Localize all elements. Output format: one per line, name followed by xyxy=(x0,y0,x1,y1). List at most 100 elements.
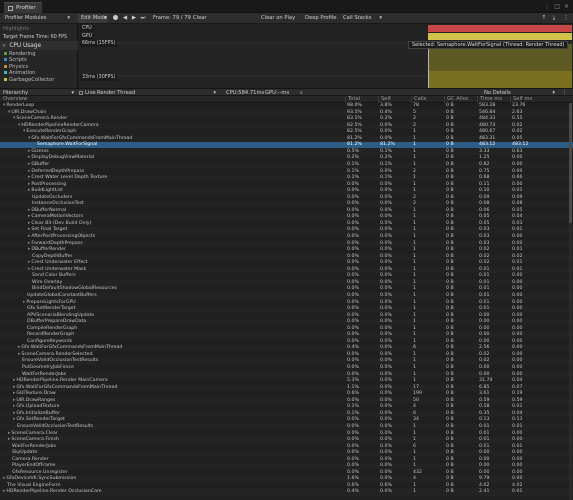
tab-profiler[interactable]: Profiler xyxy=(4,2,42,13)
table-row[interactable]: PutGeometryJobFence 0.0% 0.0% 1 0 B 0.00 0.00 xyxy=(0,365,573,371)
load-icon[interactable]: ⤒ xyxy=(540,14,548,23)
collapsed-arrow-icon[interactable]: ▸ xyxy=(13,398,15,403)
table-row[interactable]: ▸DisplayDebugViewMaterial 0.2% 0.2% 1 0 B 1.2… xyxy=(0,155,573,161)
table-row[interactable]: ▸DBufferNormal 0.0% 0.0% 1 0 B 0.06 0.05 xyxy=(0,208,573,214)
table-row[interactable]: ▸GBuffer 0.1% 0.1% 1 0 B 0.82 0.00 xyxy=(0,161,573,169)
collapsed-arrow-icon[interactable]: ▸ xyxy=(13,378,15,383)
maximize-icon[interactable]: □ xyxy=(554,3,560,10)
collapsed-arrow-icon[interactable]: ▸ xyxy=(28,227,30,232)
close-icon[interactable]: × xyxy=(564,3,569,10)
table-row[interactable]: ▸AfterPostProcessingObjects 0.0% 0.0% 1 0 B 0… xyxy=(0,234,573,240)
collapsed-arrow-icon[interactable]: ▸ xyxy=(3,489,5,494)
save-icon[interactable]: ⤓ xyxy=(550,14,558,23)
collapsed-arrow-icon[interactable]: ▸ xyxy=(13,404,15,409)
collapsed-arrow-icon[interactable]: ▸ xyxy=(28,221,30,226)
expanded-arrow-icon[interactable]: ▾ xyxy=(23,129,25,134)
table-row[interactable]: ▸Gfx.WaitForGfxCommandsFromMainThread 1.1… xyxy=(0,384,573,391)
expanded-arrow-icon[interactable]: ▾ xyxy=(28,136,30,141)
table-row[interactable]: ▾Gfx.WaitForGfxCommandsFromMainThread 81.… xyxy=(0,135,573,142)
module-item[interactable]: GarbageCollector xyxy=(4,77,54,84)
menu-icon[interactable]: ⋮ xyxy=(562,14,570,23)
table-row[interactable]: GfxResource.Unregister 0.0% 0.0% 432 0 B 0.00… xyxy=(0,470,573,476)
table-row[interactable]: ▸UIR.DrawRanges 0.0% 0.0% 50 0 B 0.59 0.59 xyxy=(0,397,573,404)
table-row[interactable]: CompileRenderGraph 0.0% 0.0% 1 0 B 0.00 0.00 xyxy=(0,326,573,332)
table-row[interactable]: ▸Crest Underwater Mask 0.0% 0.0% 1 0 B 0.01 0.… xyxy=(0,266,573,273)
table-row[interactable]: ▸SceneCamera.Clear 0.0% 0.0% 1 0 B 0.01 0.00 xyxy=(0,431,573,437)
collapsed-arrow-icon[interactable]: ▸ xyxy=(28,267,30,272)
col-gc-alloc[interactable]: GC Alloc xyxy=(444,96,469,103)
table-row[interactable]: APVScenarioBlendingUpdate 0.0% 0.0% 1 0 B 0.0… xyxy=(0,313,573,319)
table-row[interactable]: ▸SceneCamera.Finish 0.0% 0.0% 1 0 B 0.01 0.00 xyxy=(0,437,573,444)
last-frame-icon[interactable]: ⏭ xyxy=(139,14,147,23)
table-row[interactable]: Gfx.SetRenderTarget 0.0% 0.0% 1 0 B 0.01 0.00 xyxy=(0,306,573,313)
table-row[interactable]: PlayerEndOfFrame 0.0% 0.0% 1 0 B 0.00 0.00 xyxy=(0,463,573,470)
table-row[interactable]: ▸Set Final Target 0.0% 0.0% 1 0 B 0.03 0.01 xyxy=(0,227,573,234)
scrollbar-thumb[interactable] xyxy=(569,103,572,223)
col-overview[interactable]: Overview xyxy=(1,96,27,103)
table-row[interactable]: ▸HDRenderPipeline.Render MainCamera 5.3% 0… xyxy=(0,378,573,384)
table-row[interactable]: SkyUpdate 0.0% 0.0% 1 0 B 0.00 0.00 xyxy=(0,450,573,457)
clear-on-play-button[interactable]: Clear on Play xyxy=(258,14,298,23)
table-row[interactable]: ▸Gfx.WaitForGfxCommandsFromMainThread 0.4… xyxy=(0,345,573,352)
table-row[interactable]: RecordRenderGraph 0.0% 0.0% 1 0 B 0.00 0.00 xyxy=(0,332,573,339)
table-row[interactable]: UpdateOccluders 0.0% 0.0% 2 0 B 0.09 0.09 xyxy=(0,195,573,201)
collapsed-arrow-icon[interactable]: ▸ xyxy=(13,385,15,390)
table-row[interactable]: ▸DBufferRender 0.0% 0.0% 1 0 B 0.02 0.01 xyxy=(0,247,573,253)
table-row[interactable]: InstanceOcclusionTest 0.0% 0.0% 2 0 B 0.08 0.0… xyxy=(0,201,573,208)
cpu-chart[interactable]: CPU GPU 66ms (15FPS) 33ms (30FPS) Select… xyxy=(79,24,573,88)
table-row[interactable]: ▾RenderLoop 98.0% 3.8% 78 0 B 583.28 23.76 xyxy=(0,103,573,109)
col-calls[interactable]: Calls xyxy=(411,96,426,103)
collapsed-arrow-icon[interactable]: ▸ xyxy=(13,411,15,416)
collapsed-arrow-icon[interactable]: ▸ xyxy=(28,162,30,167)
collapsed-arrow-icon[interactable]: ▸ xyxy=(28,149,30,154)
close-icon[interactable]: × xyxy=(2,43,6,49)
table-row[interactable]: ▸GfxDeviceVK.SyncSubmission 1.6% 0.0% 4 0 B 9… xyxy=(0,476,573,483)
collapsed-arrow-icon[interactable]: ▸ xyxy=(28,188,30,193)
col-total[interactable]: Total xyxy=(345,96,360,103)
collapsed-arrow-icon[interactable]: ▸ xyxy=(28,182,30,187)
collapsed-arrow-icon[interactable]: ▸ xyxy=(13,391,15,396)
collapsed-arrow-icon[interactable]: ▸ xyxy=(28,241,30,246)
table-row[interactable]: Send Color Buffers 0.0% 0.0% 1 0 B 0.01 0.00 xyxy=(0,273,573,279)
table-row[interactable]: ▸PrepareLightsForGPU 0.0% 0.0% 1 0 B 0.01 0.00 xyxy=(0,300,573,306)
table-row[interactable]: EnsureValidOcclusionTestResults 0.0% 0.0% 1… xyxy=(0,358,573,365)
more-options-icon[interactable]: ⋮ xyxy=(544,3,550,10)
table-row[interactable]: ▸CameraMotionVectors 0.0% 0.0% 1 0 B 0.05 0.04 xyxy=(0,214,573,221)
table-row[interactable]: CopyDepthBuffer 0.0% 0.0% 1 0 B 0.02 0.02 xyxy=(0,253,573,260)
col-self[interactable]: Self xyxy=(378,96,391,103)
cpu-usage-module[interactable]: × CPU Usage xyxy=(0,41,78,50)
col-self-ms[interactable]: Self ms xyxy=(510,96,532,103)
table-row[interactable]: ▾SceneCamera.Render 83.1% 0.2% 2 0 B 484.33 0.… xyxy=(0,116,573,122)
table-row[interactable]: ▸ForwardDepthPrepass 0.0% 0.0% 1 0 B 0.03 0.00 xyxy=(0,240,573,247)
deep-profile-button[interactable]: Deep Profile xyxy=(302,14,339,23)
collapsed-arrow-icon[interactable]: ▸ xyxy=(8,437,10,442)
mode-dropdown[interactable]: Edit Mode ▾ xyxy=(78,14,108,23)
table-row[interactable]: ▸Crest Underwater Effect 0.0% 0.0% 1 0 B 0.02… xyxy=(0,260,573,266)
expanded-arrow-icon[interactable]: ▾ xyxy=(18,123,20,128)
table-row[interactable]: ▾ExecuteRenderGraph 82.5% 0.0% 1 0 B 480.67 0.… xyxy=(0,129,573,135)
table-row[interactable]: UpdateGlobalConstantBuffers 0.0% 0.0% 1 0 B 0… xyxy=(0,292,573,300)
collapsed-arrow-icon[interactable]: ▸ xyxy=(28,234,30,239)
next-frame-icon[interactable]: ▶ xyxy=(130,14,138,23)
table-row[interactable]: ▸Crest Water Level Depth Texture 0.1% 0.1%… xyxy=(0,175,573,182)
vertical-scrollbar[interactable] xyxy=(569,103,572,500)
expanded-arrow-icon[interactable]: ▾ xyxy=(8,110,10,115)
collapsed-arrow-icon[interactable]: ▸ xyxy=(23,300,25,305)
table-row[interactable]: ▸BuildLightList 0.0% 0.0% 1 0 B 0.10 0.01 xyxy=(0,188,573,195)
collapsed-arrow-icon[interactable]: ▸ xyxy=(28,214,30,219)
table-row[interactable]: BindDefaultShadowGlobalResources 0.0% 0.0%… xyxy=(0,286,573,292)
col-time-ms[interactable]: Time ms xyxy=(477,96,502,103)
collapsed-arrow-icon[interactable]: ▸ xyxy=(18,352,20,357)
table-row[interactable]: ▸DeferredDepthPrepass 0.1% 0.0% 2 0 B 0.75 0.0… xyxy=(0,169,573,175)
collapsed-arrow-icon[interactable]: ▸ xyxy=(28,155,30,160)
collapsed-arrow-icon[interactable]: ▸ xyxy=(28,208,30,213)
table-row[interactable]: WaitForRenderJobs 0.0% 0.0% 6 0 B 0.01 0.01 xyxy=(0,444,573,450)
profiler-modules-dropdown[interactable]: Profiler Modules ▾ xyxy=(2,14,72,23)
call-stacks-dropdown[interactable]: Call Stacks ▾ xyxy=(340,14,384,23)
expanded-arrow-icon[interactable]: ▾ xyxy=(13,116,15,121)
record-icon[interactable] xyxy=(111,14,119,23)
table-row[interactable]: ▸HDRenderPipeline.Render OcclusionCam 0.4… xyxy=(0,489,573,496)
collapsed-arrow-icon[interactable]: ▸ xyxy=(13,417,15,422)
target-frame-time[interactable]: Target Frame Time: 60 FPS xyxy=(3,34,67,41)
table-row[interactable]: Camera.Render 0.0% 0.0% 1 0 B 0.00 0.00 xyxy=(0,457,573,463)
